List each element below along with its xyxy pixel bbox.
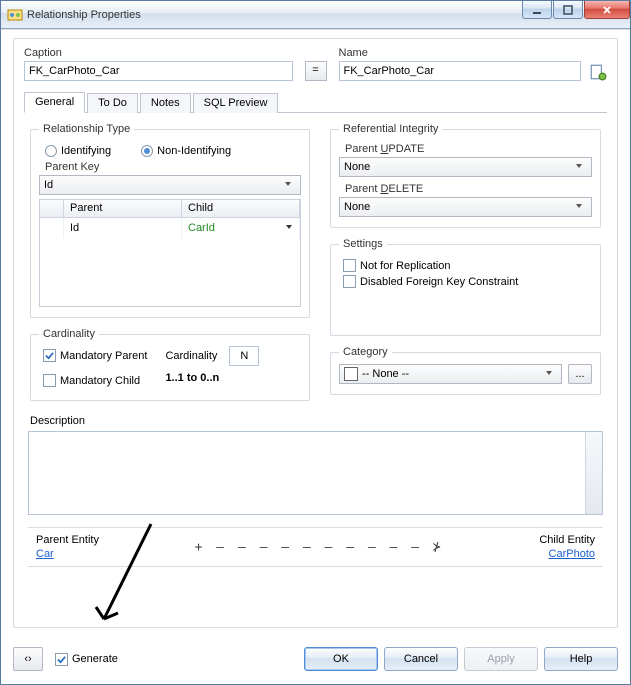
caption-label: Caption [24, 47, 293, 59]
cardinality-value-input[interactable]: N [229, 346, 259, 366]
entity-summary-row: Parent Entity Car + — — — — — — — — — — … [28, 527, 603, 567]
tab-general-body: Relationship Type Identifying Non-Identi… [24, 113, 607, 411]
name-action-icon[interactable] [589, 63, 607, 81]
grid-cell-child-combo[interactable]: CarId [182, 218, 300, 238]
caption-input[interactable] [24, 61, 293, 81]
child-entity-link[interactable]: CarPhoto [539, 548, 595, 560]
relationship-line-icon: + — — — — — — — — — — ⊁ [99, 540, 539, 555]
bottom-bar: ‹› Generate OK Cancel Apply Help [13, 644, 618, 674]
mandatory-parent-checkbox[interactable]: Mandatory Parent [43, 349, 147, 362]
checkbox-icon [43, 374, 56, 387]
generate-checkbox[interactable]: Generate [55, 653, 118, 666]
tab-strip: General To Do Notes SQL Preview [24, 91, 607, 113]
not-for-replication-label: Not for Replication [360, 260, 451, 272]
sync-caption-name-button[interactable]: = [305, 61, 327, 81]
category-browse-button[interactable]: ... [568, 364, 592, 384]
dialog-window: Relationship Properties Caption = Name [0, 0, 631, 685]
cardinality-group: Cardinality Mandatory Parent Mandatory C… [30, 328, 310, 401]
window-controls [521, 1, 630, 28]
non-identifying-label: Non-Identifying [157, 145, 231, 157]
header-fields: Caption = Name [24, 47, 607, 81]
identifying-label: Identifying [61, 145, 111, 157]
parent-key-label: Parent Key [45, 161, 301, 173]
parent-key-value: Id [44, 179, 53, 191]
relationship-type-legend: Relationship Type [39, 123, 134, 135]
relationship-type-group: Relationship Type Identifying Non-Identi… [30, 123, 310, 318]
app-icon [7, 7, 23, 23]
parent-key-combo[interactable]: Id [39, 175, 301, 195]
window-title: Relationship Properties [27, 9, 521, 21]
parent-delete-label: Parent DELETE [345, 183, 592, 195]
tab-sql-preview[interactable]: SQL Preview [193, 93, 279, 113]
minimize-button[interactable] [522, 1, 552, 19]
mandatory-child-label: Mandatory Child [60, 375, 140, 387]
parent-update-label: Parent UPDATE [345, 143, 592, 155]
ok-button[interactable]: OK [304, 647, 378, 671]
referential-integrity-legend: Referential Integrity [339, 123, 442, 135]
chevron-down-icon [571, 201, 587, 213]
radio-icon [45, 145, 57, 157]
settings-group: Settings Not for Replication Disabled Fo… [330, 238, 601, 336]
referential-integrity-group: Referential Integrity Parent UPDATE None… [330, 123, 601, 228]
category-combo[interactable]: -- None -- [339, 364, 562, 384]
parent-delete-value: None [344, 201, 370, 213]
mandatory-parent-label: Mandatory Parent [60, 350, 147, 362]
not-for-replication-checkbox[interactable]: Not for Replication [343, 259, 592, 272]
generate-label: Generate [72, 653, 118, 665]
radio-icon-selected [141, 145, 153, 157]
description-label: Description [30, 415, 607, 427]
category-group: Category -- None -- ... [330, 346, 601, 395]
disabled-fk-label: Disabled Foreign Key Constraint [360, 276, 518, 288]
checkbox-checked-icon [55, 653, 68, 666]
category-value: -- None -- [362, 368, 409, 380]
checkbox-checked-icon [43, 349, 56, 362]
maximize-button[interactable] [553, 1, 583, 19]
disabled-fk-checkbox[interactable]: Disabled Foreign Key Constraint [343, 275, 592, 288]
category-legend: Category [339, 346, 392, 358]
description-textarea[interactable] [28, 431, 603, 515]
checkbox-icon [343, 259, 356, 272]
parent-entity-link[interactable]: Car [36, 548, 99, 560]
name-label: Name [339, 47, 608, 59]
key-mapping-grid[interactable]: Parent Child Id CarId [39, 199, 301, 307]
content-frame: Caption = Name General To Do [13, 38, 618, 628]
parent-update-value: None [344, 161, 370, 173]
chevron-down-icon [541, 368, 557, 380]
tab-notes[interactable]: Notes [140, 93, 191, 113]
help-button[interactable]: Help [544, 647, 618, 671]
code-icon: ‹› [24, 653, 31, 665]
parent-update-combo[interactable]: None [339, 157, 592, 177]
grid-header-child: Child [182, 200, 300, 217]
mandatory-child-checkbox[interactable]: Mandatory Child [43, 374, 147, 387]
chevron-down-icon [280, 179, 296, 191]
apply-button[interactable]: Apply [464, 647, 538, 671]
grid-cell-child-value: CarId [188, 222, 215, 234]
identifying-radio[interactable]: Identifying [45, 145, 111, 157]
grid-header-parent: Parent [64, 200, 182, 217]
tab-todo[interactable]: To Do [87, 93, 138, 113]
parent-entity-label: Parent Entity [36, 534, 99, 546]
titlebar[interactable]: Relationship Properties [1, 1, 630, 29]
non-identifying-radio[interactable]: Non-Identifying [141, 145, 231, 157]
cardinality-label: Cardinality [165, 350, 217, 362]
parent-delete-combo[interactable]: None [339, 197, 592, 217]
tab-general[interactable]: General [24, 92, 85, 113]
grid-cell-parent: Id [64, 218, 182, 238]
close-button[interactable] [584, 1, 630, 19]
script-button[interactable]: ‹› [13, 647, 43, 671]
grid-row[interactable]: Id CarId [40, 218, 300, 238]
name-input[interactable] [339, 61, 582, 81]
cardinality-legend: Cardinality [39, 328, 99, 340]
checkbox-icon [343, 275, 356, 288]
category-swatch-icon [344, 367, 358, 381]
settings-legend: Settings [339, 238, 387, 250]
chevron-down-icon [285, 222, 293, 234]
child-entity-label: Child Entity [539, 534, 595, 546]
cardinality-range: 1..1 to 0..n [165, 372, 259, 384]
cancel-button[interactable]: Cancel [384, 647, 458, 671]
chevron-down-icon [571, 161, 587, 173]
client-area: Caption = Name General To Do [1, 29, 630, 684]
